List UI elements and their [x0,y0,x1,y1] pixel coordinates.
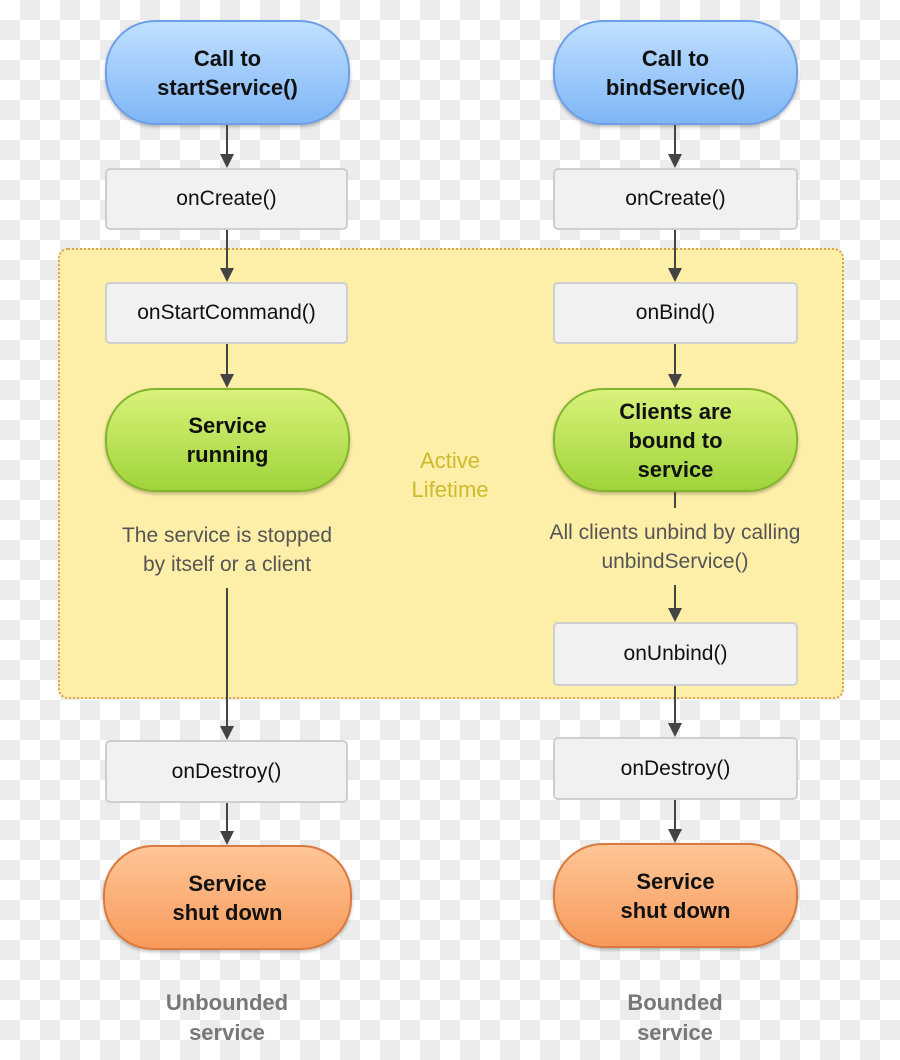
arrow-head-icon [668,374,682,388]
arrow-head-icon [220,831,234,845]
arrow-head-icon [220,374,234,388]
flow-arrows [220,125,682,845]
arrow-head-icon [668,829,682,843]
arrow-head-icon [220,726,234,740]
arrow-head-icon [668,608,682,622]
arrow-head-icon [220,268,234,282]
arrow-head-icon [668,723,682,737]
arrow-head-icon [668,268,682,282]
arrow-head-icon [668,154,682,168]
arrow-head-icon [220,154,234,168]
